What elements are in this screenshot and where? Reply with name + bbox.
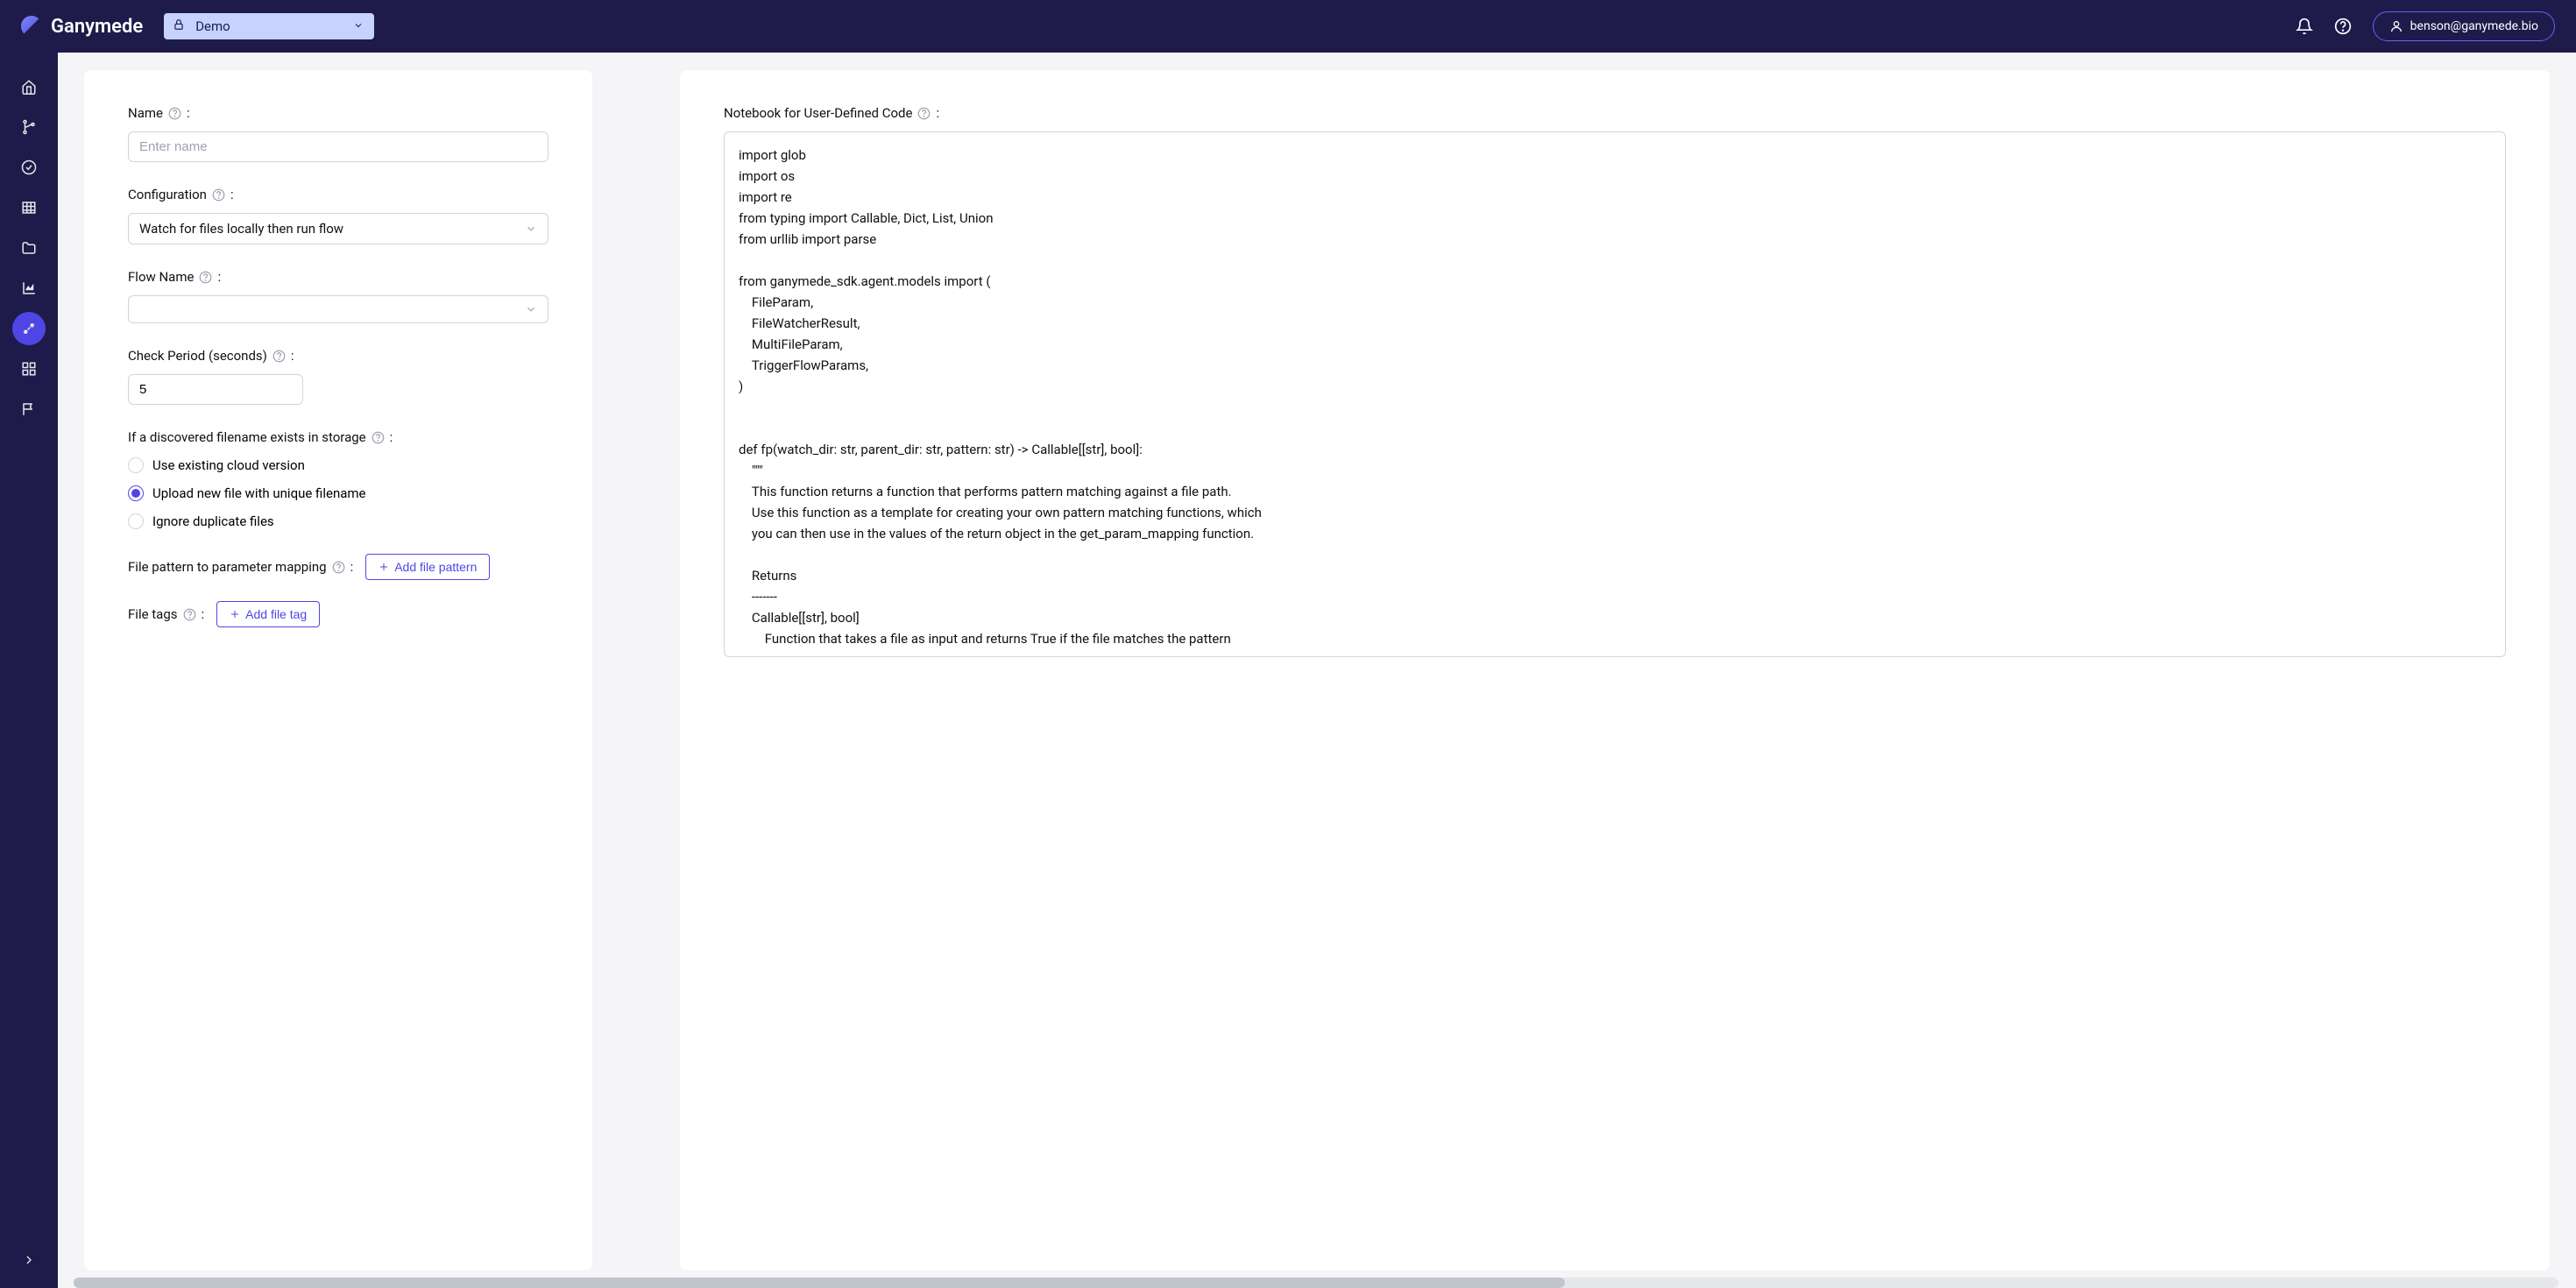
- sidebar-item-table[interactable]: [12, 191, 46, 224]
- connection-icon: [21, 321, 37, 336]
- sidebar-item-branch[interactable]: [12, 110, 46, 144]
- folder-icon: [21, 240, 37, 256]
- flag-icon: [21, 401, 37, 417]
- radio-icon: [128, 513, 144, 529]
- scrollbar-thumb[interactable]: [74, 1277, 1565, 1288]
- flow-name-label: Flow Name :: [128, 269, 548, 285]
- field-check-period: Check Period (seconds) :: [128, 348, 548, 405]
- chevron-down-icon: [525, 223, 537, 235]
- user-menu[interactable]: benson@ganymede.bio: [2373, 11, 2555, 41]
- file-pattern-label: File pattern to parameter mapping :: [128, 559, 353, 575]
- sidebar-expand[interactable]: [22, 1253, 36, 1270]
- name-label: Name :: [128, 105, 548, 121]
- environment-selector[interactable]: Demo: [164, 13, 374, 39]
- sidebar-item-flag[interactable]: [12, 393, 46, 426]
- field-flow-name: Flow Name :: [128, 269, 548, 323]
- sidebar-item-folder[interactable]: [12, 231, 46, 265]
- app-header: Ganymede Demo benson@ganymede.bio: [0, 0, 2576, 53]
- help-icon[interactable]: [2334, 18, 2352, 35]
- radio-icon: [128, 485, 144, 501]
- help-icon[interactable]: [272, 350, 286, 363]
- radio-use-existing[interactable]: Use existing cloud version: [128, 457, 548, 473]
- brand-text: Ganymede: [51, 16, 143, 38]
- plus-icon: [230, 609, 240, 619]
- environment-name: Demo: [195, 18, 230, 34]
- file-tags-label: File tags :: [128, 606, 204, 622]
- radio-ignore[interactable]: Ignore duplicate files: [128, 513, 548, 529]
- help-icon[interactable]: [212, 188, 225, 202]
- user-email: benson@ganymede.bio: [2410, 19, 2538, 33]
- check-period-input[interactable]: [128, 374, 303, 405]
- radio-icon: [128, 457, 144, 473]
- user-icon: [2389, 19, 2403, 33]
- sidebar-nav: [0, 53, 58, 1288]
- home-icon: [21, 79, 37, 95]
- chevron-down-icon: [353, 18, 364, 34]
- name-input[interactable]: [128, 131, 548, 162]
- bell-icon[interactable]: [2296, 18, 2313, 35]
- help-icon[interactable]: [199, 271, 212, 284]
- lock-icon: [173, 18, 185, 34]
- table-icon: [21, 200, 37, 216]
- duplicate-radio-group: Use existing cloud version Upload new fi…: [128, 457, 548, 529]
- sidebar-item-apps[interactable]: [12, 352, 46, 386]
- configuration-select[interactable]: Watch for files locally then run flow: [128, 213, 548, 244]
- field-file-pattern: File pattern to parameter mapping : Add …: [128, 554, 548, 580]
- sidebar-item-home[interactable]: [12, 70, 46, 103]
- chart-icon: [21, 280, 37, 296]
- help-icon[interactable]: [917, 107, 931, 120]
- notebook-label: Notebook for User-Defined Code :: [724, 105, 2506, 121]
- horizontal-scrollbar[interactable]: [74, 1277, 2558, 1288]
- brand-logo: Ganymede: [21, 16, 143, 38]
- plus-icon: [379, 562, 389, 572]
- notebook-card: Notebook for User-Defined Code : import …: [680, 70, 2550, 1270]
- help-icon[interactable]: [168, 107, 181, 120]
- chevron-right-icon: [22, 1253, 36, 1267]
- help-icon[interactable]: [332, 561, 345, 574]
- help-icon[interactable]: [372, 431, 385, 444]
- configuration-label: Configuration :: [128, 187, 548, 202]
- field-duplicate: If a discovered filename exists in stora…: [128, 429, 548, 529]
- duplicate-label: If a discovered filename exists in stora…: [128, 429, 548, 445]
- form-card: Name : Configuration : Watch for files l…: [84, 70, 592, 1270]
- content-area: Name : Configuration : Watch for files l…: [58, 53, 2576, 1288]
- field-configuration: Configuration : Watch for files locally …: [128, 187, 548, 244]
- add-file-tag-button[interactable]: Add file tag: [216, 601, 320, 627]
- help-icon[interactable]: [183, 608, 196, 621]
- field-name: Name :: [128, 105, 548, 162]
- branch-icon: [21, 119, 37, 135]
- add-file-pattern-button[interactable]: Add file pattern: [365, 554, 490, 580]
- apps-icon: [21, 361, 37, 377]
- radio-upload-unique[interactable]: Upload new file with unique filename: [128, 485, 548, 501]
- check-circle-icon: [21, 159, 37, 175]
- sidebar-item-chart[interactable]: [12, 272, 46, 305]
- sidebar-item-connection[interactable]: [12, 312, 46, 345]
- field-file-tags: File tags : Add file tag: [128, 601, 548, 627]
- sidebar-item-check[interactable]: [12, 151, 46, 184]
- flow-name-select[interactable]: [128, 295, 548, 323]
- notebook-code[interactable]: import glob import os import re from typ…: [724, 131, 2506, 657]
- chevron-down-icon: [525, 303, 537, 315]
- logo-icon: [21, 16, 42, 37]
- check-period-label: Check Period (seconds) :: [128, 348, 548, 364]
